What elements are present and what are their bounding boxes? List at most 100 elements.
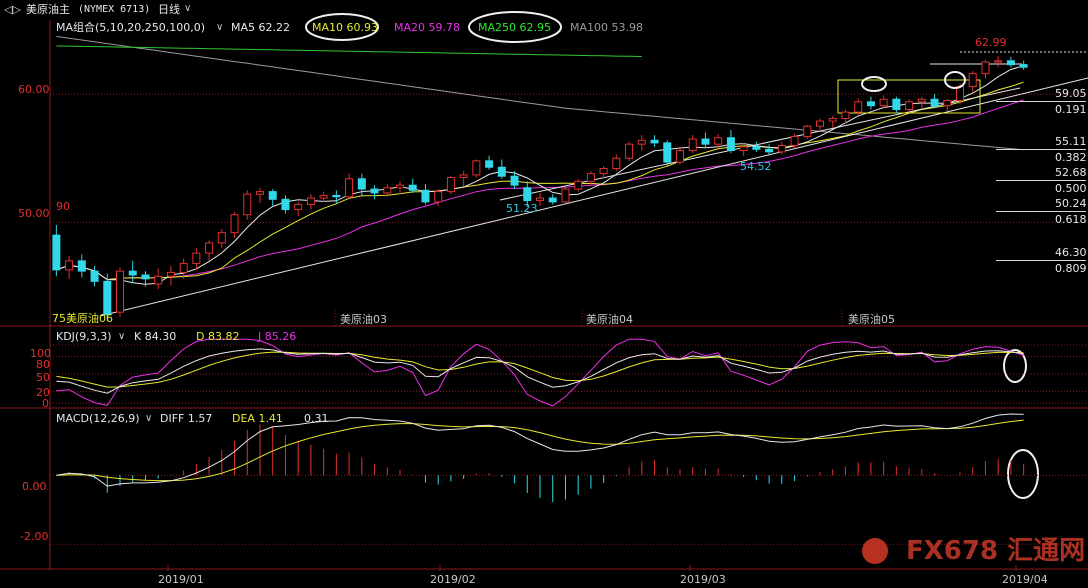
ma-legend-name[interactable]: MA组合(5,10,20,250,100,0) (56, 21, 205, 35)
candle-body (752, 146, 761, 150)
kdj-tick: 50 (36, 371, 50, 384)
candle-body (485, 160, 494, 168)
ma10-label: MA10 60.93 (312, 21, 378, 34)
kdj-legend-name[interactable]: KDJ(9,3,3) (56, 330, 112, 344)
date-tick: 2019/03 (680, 573, 726, 586)
candle-body (332, 194, 341, 198)
contract-label: 美原油05 (848, 313, 895, 326)
candle-body (1019, 64, 1028, 68)
fib-line[interactable] (996, 211, 1086, 212)
ma10-line (56, 81, 1024, 281)
ma250-label: MA250 62.95 (478, 21, 551, 34)
fib-price: 55.11 (1055, 135, 1087, 148)
candle-body (192, 252, 201, 264)
candle-body (726, 137, 735, 152)
candle-body (739, 146, 748, 152)
macd-legend-name[interactable]: MACD(12,26,9) (56, 412, 140, 426)
date-tick: 2019/02 (430, 573, 476, 586)
left-start-annotation: 90 (56, 200, 70, 213)
candle-body (879, 98, 888, 107)
contract-label: 美原油03 (340, 313, 387, 326)
kdj-j-value: J 85.26 (258, 330, 297, 343)
candle-body (243, 193, 252, 216)
candle-body (625, 143, 634, 159)
ma-legend-chevron-icon[interactable]: ∨ (216, 21, 223, 35)
kdj-tick: 0 (42, 397, 49, 410)
candle-body (599, 168, 608, 175)
macd-chevron-icon[interactable]: ∨ (145, 412, 152, 426)
kdj-chevron-icon[interactable]: ∨ (118, 330, 125, 344)
highlight-ellipse (1007, 449, 1039, 499)
candle-body (701, 138, 710, 145)
candle-body (828, 118, 837, 122)
fib-line[interactable] (996, 260, 1086, 261)
macd-dea-value: DEA 1.41 (232, 412, 283, 425)
candle-body (765, 148, 774, 153)
fib-line[interactable] (996, 180, 1086, 181)
ma20-label: MA20 59.78 (394, 21, 460, 34)
candle-body (981, 61, 990, 75)
candle-body (90, 270, 99, 282)
candle-body (408, 184, 417, 191)
candle-body (777, 144, 786, 153)
macd-diff-value: DIFF 1.57 (160, 412, 213, 425)
fib-price: 52.68 (1055, 166, 1087, 179)
ma5-label: MA5 62.22 (231, 21, 291, 34)
candle-body (676, 150, 684, 163)
candle-body (154, 275, 163, 285)
period-selector[interactable]: 日线 (158, 3, 180, 17)
candle-body (179, 262, 188, 273)
candle-body (803, 125, 812, 137)
candle-body (166, 271, 175, 277)
ma250-line (56, 45, 642, 57)
candle-body (663, 142, 672, 163)
candle-body (561, 188, 570, 203)
candle-body (472, 160, 481, 176)
highlight-ellipse (861, 76, 887, 92)
candle-body (548, 197, 557, 203)
candle-body (370, 188, 379, 194)
fib-price: 59.05 (1055, 87, 1087, 100)
candle-body (816, 120, 824, 127)
candle-body (790, 135, 799, 146)
candle-body (866, 101, 875, 107)
candle-body (1006, 60, 1015, 66)
candle-body (103, 280, 112, 316)
high-annotation: 62.99 (975, 36, 1007, 49)
kdj-d-value: D 83.82 (196, 330, 240, 343)
candle-body (841, 111, 850, 120)
chart-canvas[interactable] (0, 0, 1088, 588)
symbol-code: (NYMEX 6713) (78, 4, 151, 15)
macd-tick: -2.00 (20, 530, 49, 543)
candle-body (345, 178, 354, 198)
ma100-line (56, 35, 1024, 151)
candle-body (256, 191, 264, 195)
fib-ratio: 0.191 (1055, 103, 1087, 116)
candle-body (446, 177, 455, 193)
fib-ratio: 0.618 (1055, 213, 1087, 226)
fib-ratio: 0.382 (1055, 151, 1087, 164)
macd-tick: 0.00 (22, 480, 47, 493)
candle-body (383, 187, 392, 194)
price-tick-50: 50.00 (18, 207, 50, 220)
macd-dea-line (56, 419, 1024, 482)
back-icon[interactable]: ◁▷ (4, 3, 21, 17)
candle-body (421, 189, 430, 203)
chevron-down-icon[interactable]: ∨ (184, 2, 191, 16)
symbol-name[interactable]: 美原油主 (26, 3, 70, 17)
fib-price: 46.30 (1055, 246, 1087, 259)
candle-body (994, 60, 1003, 63)
fib-line[interactable] (996, 101, 1086, 102)
candle-body (281, 198, 290, 211)
candle-body (65, 260, 74, 271)
price-tick-60: 60.00 (18, 83, 50, 96)
date-tick: 2019/01 (158, 573, 204, 586)
candle-body (497, 166, 506, 177)
candle-body (523, 187, 532, 202)
candle-body (116, 270, 124, 313)
watermark-logo-icon (862, 538, 888, 564)
candle-body (217, 232, 226, 244)
candle-body (396, 184, 404, 189)
candle-body (612, 157, 621, 170)
fib-line[interactable] (996, 149, 1086, 150)
